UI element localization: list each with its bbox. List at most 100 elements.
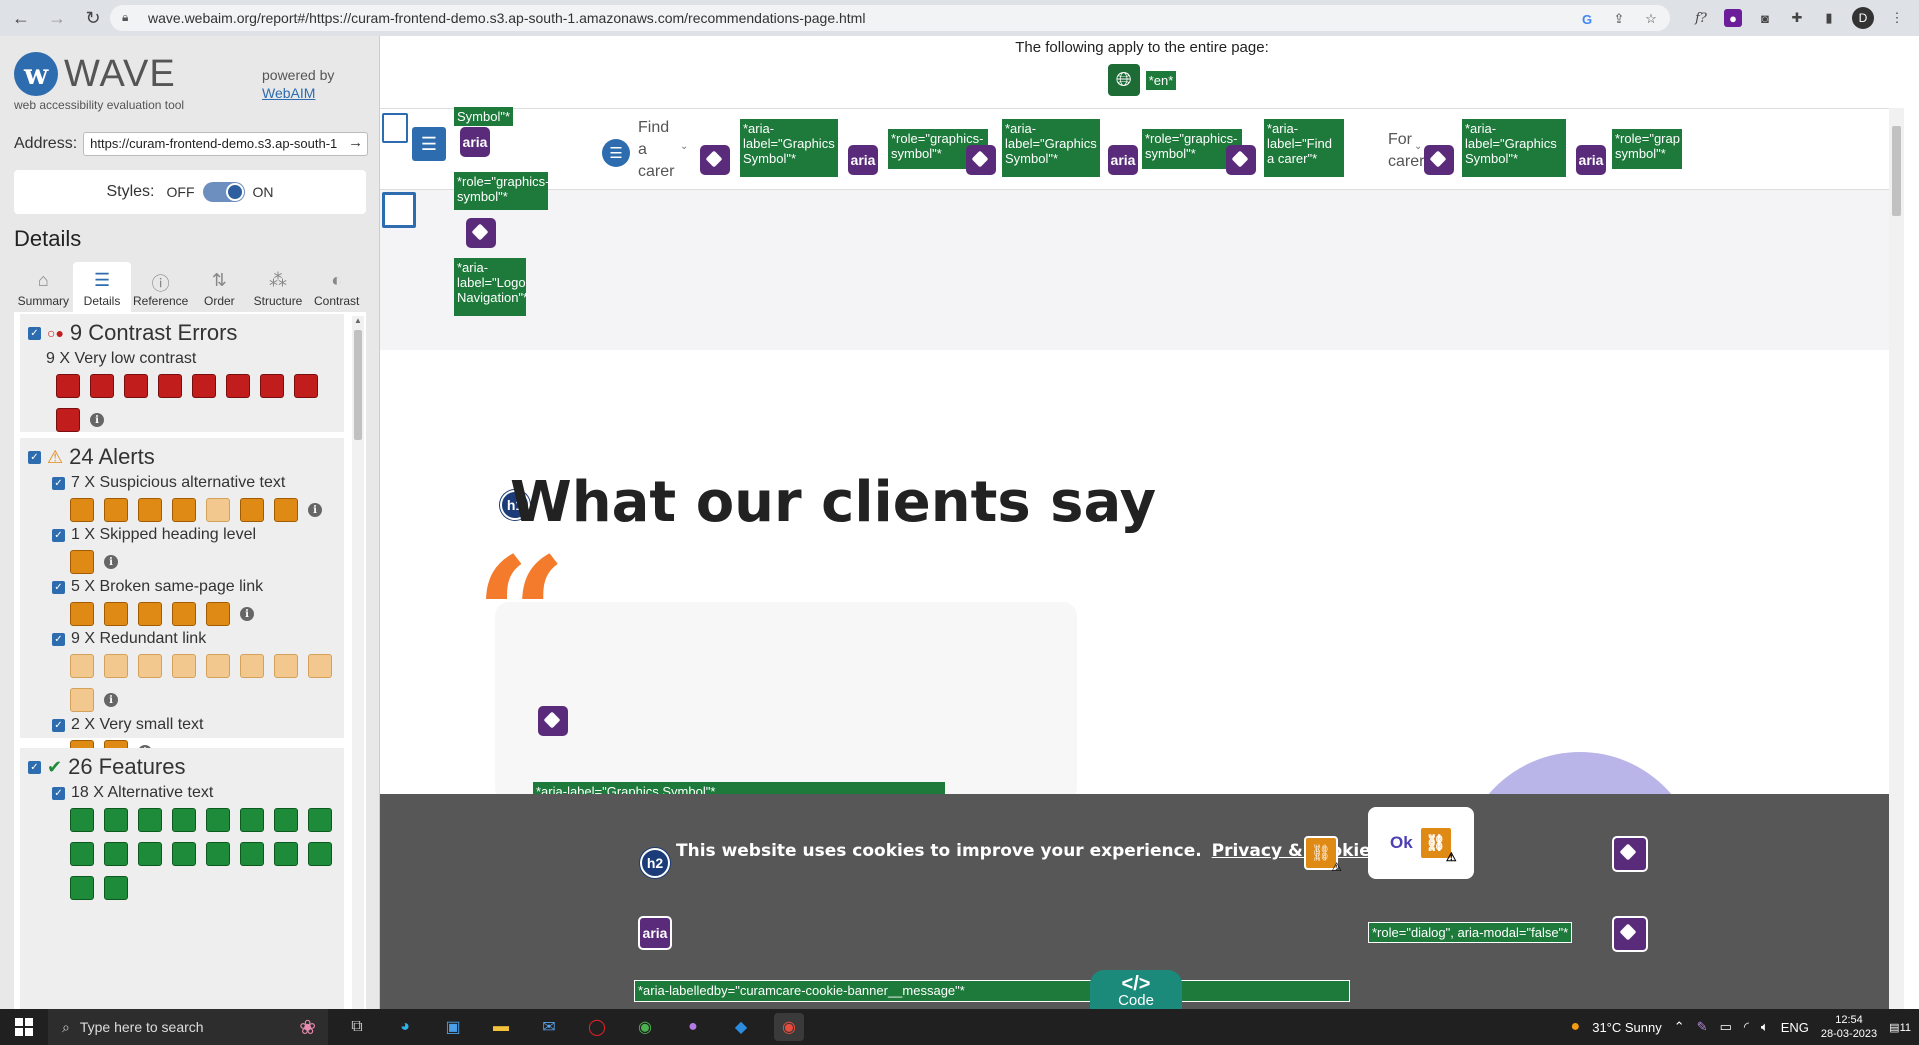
- tab-order[interactable]: ⇅ Order: [190, 262, 249, 312]
- go-arrow-icon[interactable]: →: [348, 134, 363, 151]
- purple-extension-icon[interactable]: ●: [1724, 9, 1742, 27]
- alt-text-icon[interactable]: [70, 808, 94, 832]
- alt-text-icon[interactable]: [308, 842, 332, 866]
- vscode-icon[interactable]: ◆: [726, 1013, 756, 1041]
- suspicious-alt-icon[interactable]: [138, 498, 162, 522]
- alt-text-icon[interactable]: [240, 842, 264, 866]
- dialog-icon[interactable]: [1612, 836, 1648, 872]
- redundant-link-icon[interactable]: [206, 654, 230, 678]
- google-icon[interactable]: G: [1578, 10, 1596, 28]
- list-icon[interactable]: ☰: [602, 139, 630, 167]
- alt-text-icon[interactable]: [138, 842, 162, 866]
- redundant-link-icon[interactable]: [172, 654, 196, 678]
- code-toggle-button[interactable]: </> Code: [1090, 970, 1182, 1009]
- bookmark-star-icon[interactable]: ☆: [1642, 10, 1660, 28]
- webaim-link[interactable]: WebAIM: [262, 84, 334, 102]
- task-view-icon[interactable]: ⧉: [342, 1013, 372, 1041]
- category-checkbox[interactable]: ✓: [52, 632, 65, 646]
- broken-link-icon[interactable]: [104, 602, 128, 626]
- category-checkbox[interactable]: ✓: [52, 528, 65, 542]
- broken-link-alert-icon[interactable]: ⛓ ⚠: [1418, 826, 1457, 864]
- tag-icon[interactable]: [466, 218, 496, 248]
- category-checkbox[interactable]: ✓: [52, 580, 65, 594]
- contrast-error-icon[interactable]: [56, 408, 80, 432]
- menu-kebab-icon[interactable]: ⋮: [1888, 9, 1906, 27]
- aria-icon[interactable]: aria: [1576, 145, 1606, 175]
- aria-icon[interactable]: aria: [848, 145, 878, 175]
- reload-icon[interactable]: ↻: [78, 3, 108, 33]
- tag-icon[interactable]: [538, 706, 568, 736]
- broken-link-alert-icon[interactable]: ⛓ ⚠: [1304, 836, 1342, 874]
- alt-text-icon[interactable]: [240, 808, 264, 832]
- back-icon[interactable]: ←: [6, 3, 36, 33]
- pen-icon[interactable]: ✎: [1697, 1019, 1708, 1035]
- alt-text-icon[interactable]: [172, 808, 196, 832]
- info-icon[interactable]: i: [104, 693, 118, 707]
- tab-details[interactable]: ☰ Details: [72, 262, 132, 312]
- side-panel-icon[interactable]: ▮: [1820, 9, 1838, 27]
- file-explorer-icon[interactable]: ▬: [486, 1013, 516, 1041]
- contrast-error-icon[interactable]: [56, 374, 80, 398]
- alerts-checkbox[interactable]: ✓: [28, 450, 41, 464]
- styles-toggle[interactable]: [202, 182, 245, 202]
- landmark-icon[interactable]: [382, 192, 416, 228]
- suspicious-alt-icon[interactable]: [172, 498, 196, 522]
- tab-contrast[interactable]: ◐ Contrast: [307, 262, 366, 312]
- aria-icon[interactable]: aria: [638, 916, 672, 950]
- broken-link-icon[interactable]: [172, 602, 196, 626]
- alt-text-icon[interactable]: [308, 808, 332, 832]
- info-icon[interactable]: i: [308, 503, 322, 517]
- tray-chevron-icon[interactable]: ⌃: [1674, 1019, 1685, 1035]
- alt-text-icon[interactable]: [104, 808, 128, 832]
- chrome-icon[interactable]: ◉: [630, 1013, 660, 1041]
- list-structure-icon[interactable]: ☰: [412, 127, 446, 161]
- tag-icon[interactable]: [700, 145, 730, 175]
- redundant-link-icon[interactable]: [240, 654, 264, 678]
- landmark-icon[interactable]: [382, 113, 408, 143]
- network-icon[interactable]: ◜: [1744, 1019, 1749, 1035]
- contrast-error-icon[interactable]: [192, 374, 216, 398]
- tag-icon[interactable]: [1424, 145, 1454, 175]
- redundant-link-icon[interactable]: [70, 688, 94, 712]
- h2-badge-icon[interactable]: h2: [640, 848, 670, 878]
- contrast-error-icon[interactable]: [124, 374, 148, 398]
- category-checkbox[interactable]: ✓: [52, 476, 65, 490]
- contrast-error-icon[interactable]: [158, 374, 182, 398]
- alt-text-icon[interactable]: [70, 842, 94, 866]
- volume-icon[interactable]: 🔈︎: [1761, 1019, 1769, 1035]
- tab-reference[interactable]: ⓘ Reference: [131, 262, 190, 312]
- find-a-carer-link[interactable]: Find a carer: [638, 117, 678, 183]
- aria-icon[interactable]: aria: [460, 127, 490, 157]
- formula-extension-icon[interactable]: f?: [1692, 9, 1710, 27]
- windows-start-icon[interactable]: [0, 1009, 48, 1045]
- redundant-link-icon[interactable]: [274, 654, 298, 678]
- suspicious-alt-icon[interactable]: [104, 498, 128, 522]
- language-indicator[interactable]: ENG: [1781, 1020, 1809, 1035]
- skipped-heading-icon[interactable]: [70, 550, 94, 574]
- tag-icon[interactable]: [1612, 916, 1648, 952]
- edge-icon[interactable]: ◕: [390, 1013, 420, 1041]
- alt-text-icon[interactable]: [104, 876, 128, 900]
- panel-scrollbar[interactable]: ▲ ▼: [352, 316, 364, 1028]
- contrast-error-icon[interactable]: [90, 374, 114, 398]
- page-scrollbar[interactable]: [1889, 108, 1904, 1009]
- alt-text-icon[interactable]: [274, 842, 298, 866]
- tab-structure[interactable]: ⁂ Structure: [249, 262, 308, 312]
- info-icon[interactable]: i: [240, 607, 254, 621]
- info-icon[interactable]: i: [90, 413, 104, 427]
- suspicious-alt-icon[interactable]: [70, 498, 94, 522]
- mail-icon[interactable]: ✉: [534, 1013, 564, 1041]
- redundant-link-icon[interactable]: [138, 654, 162, 678]
- category-checkbox[interactable]: ✓: [52, 786, 65, 800]
- alt-text-icon[interactable]: [138, 808, 162, 832]
- chrome-active-icon[interactable]: ◉: [774, 1013, 804, 1041]
- extensions-puzzle-icon[interactable]: ✚: [1788, 9, 1806, 27]
- share-icon[interactable]: ⇪: [1610, 10, 1628, 28]
- address-bar[interactable]: 🔒︎ wave.webaim.org/report#/https://curam…: [110, 5, 1670, 31]
- tag-icon[interactable]: [966, 145, 996, 175]
- weather-text[interactable]: 31°C Sunny: [1592, 1020, 1662, 1035]
- profile-avatar[interactable]: D: [1852, 7, 1874, 29]
- broken-link-icon[interactable]: [138, 602, 162, 626]
- contrast-error-icon[interactable]: [226, 374, 250, 398]
- github-icon[interactable]: ●: [678, 1013, 708, 1041]
